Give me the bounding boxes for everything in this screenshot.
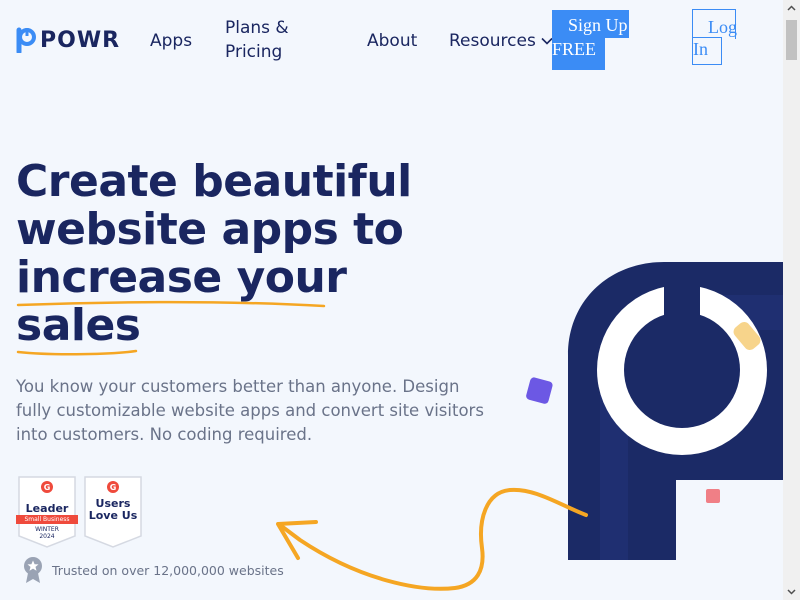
medal-icon xyxy=(24,557,42,583)
log-in-label: Log xyxy=(692,9,737,39)
svg-text:G: G xyxy=(44,483,51,492)
pink-square-shape xyxy=(706,489,720,503)
sign-up-free-button[interactable]: Sign Up FREE xyxy=(552,10,629,70)
page-scrollbar[interactable] xyxy=(783,0,800,600)
svg-text:G: G xyxy=(110,483,117,492)
g2-users-love-us-badge: G Users Love Us xyxy=(84,476,142,548)
badge-leader-ribbon: Small Business xyxy=(16,515,78,524)
badge-season-label: WINTER xyxy=(35,526,59,533)
trusted-text: Trusted on over 12,000,000 websites xyxy=(52,562,284,578)
log-in-label-2: In xyxy=(692,37,722,65)
badge-year-label: 2024 xyxy=(39,533,55,540)
trusted-by-row: Trusted on over 12,000,000 websites xyxy=(22,556,284,584)
top-navigation: POWR Apps Plans & Pricing About Resource… xyxy=(0,0,783,90)
g2-badges: G Leader Small Business WINTER 2024 G Us… xyxy=(16,476,142,548)
badge-users-line-2: Love Us xyxy=(88,509,138,522)
headline-line-1: Create beautiful xyxy=(16,156,412,207)
scrollbar-thumb[interactable] xyxy=(786,20,797,60)
powr-p-graphic xyxy=(568,262,783,560)
badge-users-love-us-title: Users Love Us xyxy=(84,498,142,522)
headline-underline-shape xyxy=(16,300,326,356)
nav-about-link[interactable]: About xyxy=(367,29,417,53)
hero-subtext: You know your customers better than anyo… xyxy=(16,377,484,444)
scroll-up-arrow-icon[interactable] xyxy=(783,0,800,17)
g2-leader-badge: G Leader Small Business WINTER 2024 xyxy=(16,476,78,548)
headline-line-3: increase your xyxy=(16,252,347,303)
nav-resources-label: Resources xyxy=(449,31,536,51)
nav-plans-pricing-link[interactable]: Plans & Pricing xyxy=(225,16,335,64)
orange-arrow-shape xyxy=(276,487,588,591)
purple-square-shape xyxy=(526,377,553,404)
powr-logo[interactable]: POWR xyxy=(16,27,120,53)
badge-leader-title: Leader xyxy=(25,502,69,515)
logo-text: POWR xyxy=(40,27,121,53)
headline-line-2: website apps to xyxy=(16,204,404,255)
nav-apps-link[interactable]: Apps xyxy=(150,29,192,53)
sign-up-label: Sign Up xyxy=(552,10,629,38)
sign-up-free-label: FREE xyxy=(552,38,605,70)
scroll-down-arrow-icon[interactable] xyxy=(783,583,800,600)
badge-leader-season: WINTER 2024 xyxy=(18,526,76,540)
log-in-button[interactable]: Log In xyxy=(692,9,737,65)
nav-resources-dropdown[interactable]: Resources xyxy=(449,29,554,53)
powr-logo-icon xyxy=(16,27,36,53)
